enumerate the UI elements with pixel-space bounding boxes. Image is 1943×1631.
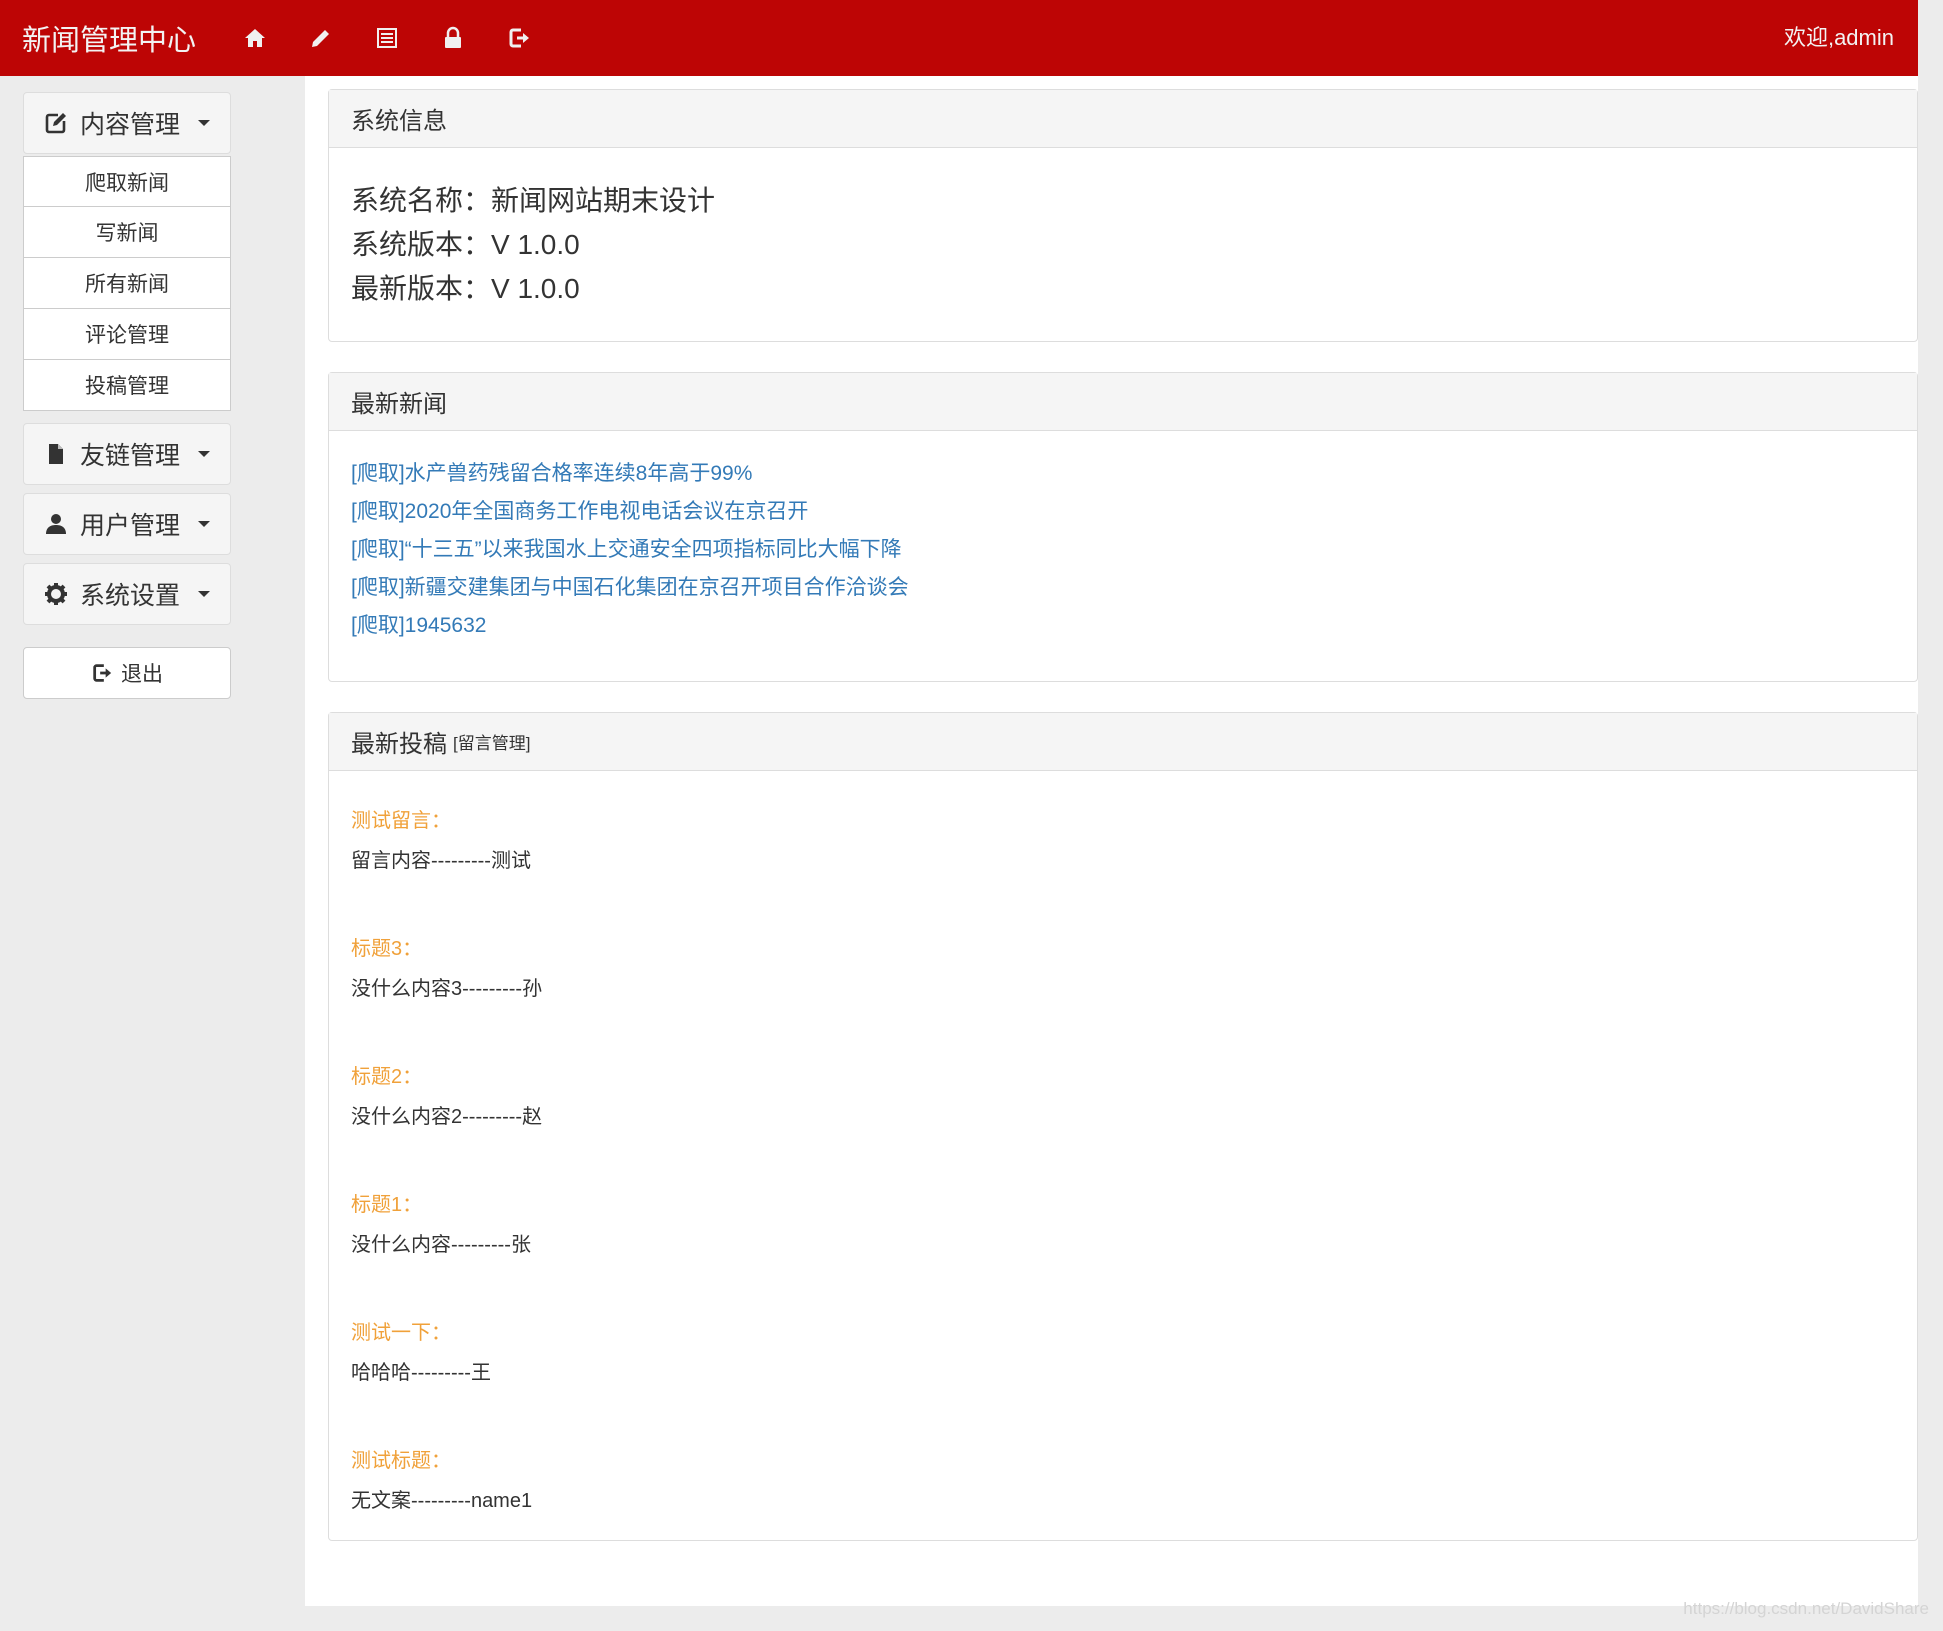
caret-down-icon — [198, 120, 210, 126]
edit-icon — [45, 113, 66, 134]
sidebar-item-submissions[interactable]: 投稿管理 — [23, 360, 231, 411]
brand-title[interactable]: 新闻管理中心 — [22, 17, 196, 59]
submission-title: 标题3： — [351, 938, 423, 960]
news-link[interactable]: [爬取]1945632 — [351, 607, 1895, 645]
logout-icon — [93, 664, 112, 682]
submission-content: 无文案---------name1 — [351, 1490, 533, 1512]
submission-content: 哈哈哈---------王 — [351, 1362, 491, 1384]
logout-button[interactable]: 退出 — [23, 647, 231, 699]
content-submenu: 爬取新闻 写新闻 所有新闻 评论管理 投稿管理 — [23, 156, 231, 411]
news-link[interactable]: [爬取]2020年全国商务工作电视电话会议在京召开 — [351, 493, 1895, 531]
gear-icon — [44, 583, 67, 605]
sidebar-group-label: 内容管理 — [79, 111, 180, 139]
sidebar-group-label: 系统设置 — [79, 582, 180, 610]
panel-title: 系统信息 — [329, 90, 1917, 148]
sidebar-item-write-news[interactable]: 写新闻 — [23, 207, 231, 258]
caret-down-icon — [198, 521, 210, 527]
pencil-icon[interactable] — [288, 0, 354, 76]
sidebar-group-content[interactable]: 内容管理 — [23, 92, 231, 154]
submission-title: 测试留言： — [351, 810, 451, 832]
system-info-panel: 系统信息 系统名称：新闻网站期末设计 系统版本：V 1.0.0 最新版本：V 1… — [328, 89, 1918, 342]
sidebar-group-settings[interactable]: 系统设置 — [23, 563, 231, 625]
submission-title: 标题1： — [351, 1194, 423, 1216]
panel-title: 最新投稿 — [351, 731, 447, 758]
top-navbar: 新闻管理中心 欢迎,admin — [0, 0, 1918, 76]
submission-title: 标题2： — [351, 1066, 423, 1088]
sidebar-group-users[interactable]: 用户管理 — [23, 493, 231, 555]
file-icon — [48, 444, 63, 464]
submission-content: 没什么内容3---------孙 — [351, 978, 543, 1000]
sidebar: 内容管理 爬取新闻 写新闻 所有新闻 评论管理 投稿管理 友链管理 用户管理 系… — [23, 92, 231, 699]
news-link[interactable]: [爬取]水产兽药残留合格率连续8年高于99% — [351, 455, 1895, 493]
sidebar-item-crawl-news[interactable]: 爬取新闻 — [23, 156, 231, 207]
logout-icon[interactable] — [486, 0, 552, 76]
latest-version: 最新版本：V 1.0.0 — [351, 273, 580, 304]
submission-title: 测试一下： — [351, 1322, 451, 1344]
latest-news-panel: 最新新闻 [爬取]水产兽药残留合格率连续8年高于99% [爬取]2020年全国商… — [328, 372, 1918, 682]
panel-heading: 最新投稿 [留言管理] — [329, 713, 1917, 771]
caret-down-icon — [198, 451, 210, 457]
watermark-text: https://blog.csdn.net/DavidShare — [1683, 1599, 1929, 1618]
latest-submissions-panel: 最新投稿 [留言管理] 测试留言： 留言内容---------测试 标题3： 没… — [328, 712, 1918, 1541]
welcome-text[interactable]: 欢迎,admin — [1784, 0, 1894, 76]
submission-title: 测试标题： — [351, 1450, 451, 1472]
system-version: 系统版本：V 1.0.0 — [351, 229, 580, 260]
sidebar-group-label: 用户管理 — [79, 512, 180, 540]
sidebar-item-comments[interactable]: 评论管理 — [23, 309, 231, 360]
list-icon[interactable] — [354, 0, 420, 76]
system-name: 系统名称：新闻网站期末设计 — [351, 185, 716, 216]
sidebar-group-links[interactable]: 友链管理 — [23, 423, 231, 485]
lock-icon[interactable] — [420, 0, 486, 76]
submission-content: 没什么内容---------张 — [351, 1234, 531, 1256]
news-link[interactable]: [爬取]“十三五”以来我国水上交通安全四项指标同比大幅下降 — [351, 531, 1895, 569]
caret-down-icon — [198, 591, 210, 597]
sidebar-item-all-news[interactable]: 所有新闻 — [23, 258, 231, 309]
submission-content: 留言内容---------测试 — [351, 850, 531, 872]
logout-label: 退出 — [121, 663, 163, 686]
news-link[interactable]: [爬取]新疆交建集团与中国石化集团在京召开项目合作洽谈会 — [351, 569, 1895, 607]
panel-title: 最新新闻 — [329, 373, 1917, 431]
home-icon[interactable] — [222, 0, 288, 76]
message-manage-link[interactable]: [留言管理] — [453, 729, 530, 754]
user-icon — [45, 514, 66, 534]
sidebar-group-label: 友链管理 — [79, 442, 180, 470]
submission-content: 没什么内容2---------赵 — [351, 1106, 543, 1128]
